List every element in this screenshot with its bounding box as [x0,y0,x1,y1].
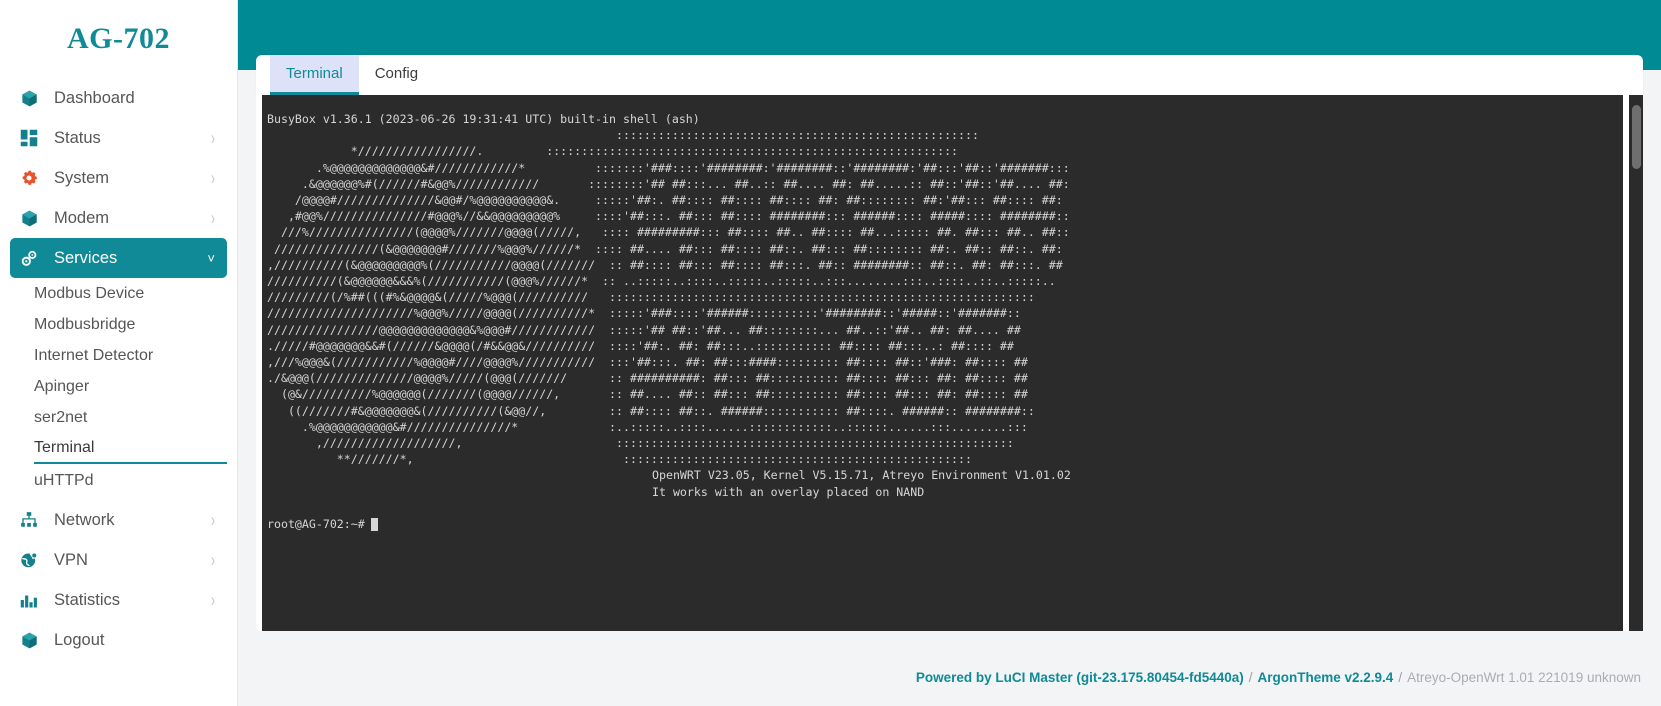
sidebar-subitem-label: Apinger [34,377,90,395]
sidebar-item-services[interactable]: Services ˅ [10,238,227,278]
main-content: Terminal Config BusyBox v1.36.1 (2023-06… [238,0,1661,706]
globe-icon [20,549,46,571]
terminal-info-line-1: OpenWRT V23.05, Kernel V5.15.71, Atreyo … [652,468,1071,483]
sidebar-item-statistics[interactable]: Statistics › [10,580,227,620]
chevron-right-icon: › [211,166,215,190]
sidebar-item-label: Status [54,128,101,147]
sidebar-nav-top: Dashboard Status › System › Modem › Serv… [0,78,237,278]
sidebar-subitem-modbus-device[interactable]: Modbus Device [34,278,227,309]
luci-link[interactable]: Powered by LuCI Master (git-23.175.80454… [916,670,1244,685]
sidebar-subitem-label: ser2net [34,408,88,426]
tab-terminal[interactable]: Terminal [270,55,359,95]
sidebar-item-label: Modem [54,208,110,227]
chevron-right-icon: › [211,588,215,612]
sidebar-item-logout[interactable]: Logout [10,620,227,660]
sidebar-item-network[interactable]: Network › [10,500,227,540]
sidebar-item-vpn[interactable]: VPN › [10,540,227,580]
gears-icon [20,247,46,269]
sidebar-subitem-ser2net[interactable]: ser2net [34,402,227,433]
sidebar-subitem-label: Terminal [34,438,95,456]
tab-label: Terminal [286,65,343,82]
cube-icon [20,207,46,229]
terminal-ascii-art: ::::::::::::::::::::::::::::::::::::::::… [267,128,1070,467]
chevron-right-icon: › [211,206,215,230]
sidebar-item-label: Network [54,510,115,529]
footer-build-info: Atreyo-OpenWrt 1.01 221019 unknown [1407,669,1641,685]
chevron-right-icon: › [211,508,215,532]
sitemap-icon [20,509,46,531]
sidebar-item-label: Dashboard [54,88,135,107]
terminal-prompt: root@AG-702:~# [267,517,365,532]
gear-icon [20,167,46,189]
brand-title: AG-702 [67,22,170,55]
terminal-cursor [370,518,378,532]
grid-icon [20,127,46,149]
sidebar-subitem-label: Modbusbridge [34,315,136,333]
sidebar-subitem-label: uHTTPd [34,471,94,489]
sidebar-subitem-terminal[interactable]: Terminal [34,433,227,464]
terminal-card: BusyBox v1.36.1 (2023-06-26 19:31:41 UTC… [256,95,1643,631]
sidebar-subnav-services: Modbus Device Modbusbridge Internet Dete… [0,278,237,496]
sidebar-item-status[interactable]: Status › [10,118,227,158]
tabstrip-wrapper: Terminal Config [256,55,1643,95]
sidebar-subitem-label: Modbus Device [34,284,145,302]
sidebar-item-dashboard[interactable]: Dashboard [10,78,227,118]
sidebar-item-label: VPN [54,550,88,569]
sidebar-item-label: Services [54,248,118,267]
footer: Powered by LuCI Master (git-23.175.80454… [238,648,1661,706]
terminal-banner-line: BusyBox v1.36.1 (2023-06-26 19:31:41 UTC… [267,112,700,126]
sidebar-item-label: Statistics [54,590,121,609]
barchart-icon [20,589,46,611]
app-root: AG-702 Dashboard Status › System › Modem… [0,0,1661,706]
sidebar-subitem-uhttpd[interactable]: uHTTPd [34,465,227,496]
sidebar-item-label: System [54,168,110,187]
chevron-down-icon: ˅ [207,250,215,266]
terminal-output[interactable]: BusyBox v1.36.1 (2023-06-26 19:31:41 UTC… [262,95,1623,631]
sidebar-nav-bottom: Network › VPN › Statistics › Logout [0,500,237,660]
tab-config[interactable]: Config [359,55,434,95]
chevron-right-icon: › [211,126,215,150]
footer-separator: / [1398,669,1403,685]
terminal-info-line-2: It works with an overlay placed on NAND [652,484,925,499]
sidebar-item-modem[interactable]: Modem › [10,198,227,238]
cube-icon [20,629,46,651]
sidebar-subitem-label: Internet Detector [34,346,154,364]
sidebar: AG-702 Dashboard Status › System › Modem… [0,0,238,706]
chevron-right-icon: › [211,548,215,572]
terminal-scrollbar-track[interactable] [1629,95,1643,631]
footer-separator: / [1248,669,1253,685]
sidebar-subitem-internet-detector[interactable]: Internet Detector [34,340,227,371]
tab-label: Config [374,65,419,82]
sidebar-item-system[interactable]: System › [10,158,227,198]
sidebar-subitem-modbusbridge[interactable]: Modbusbridge [34,309,227,340]
sidebar-subitem-apinger[interactable]: Apinger [34,371,227,402]
theme-link[interactable]: ArgonTheme v2.2.9.4 [1258,670,1394,685]
sidebar-item-label: Logout [54,630,105,649]
tabstrip: Terminal Config [256,55,1643,95]
cube-icon [20,87,46,109]
terminal-scrollbar-thumb[interactable] [1632,105,1641,169]
